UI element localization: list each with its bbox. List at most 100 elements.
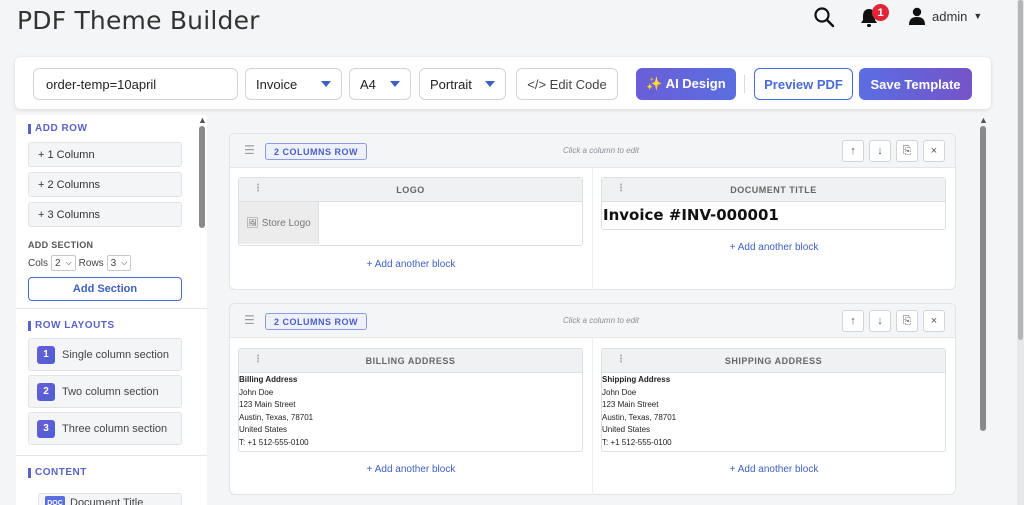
doc-icon: DOC [45,496,65,505]
dropdown-arrow-icon [485,81,495,87]
toolbar: order-temp=10april Invoice A4 Portrait <… [15,57,991,109]
block-title: SHIPPING ADDRESS [724,355,823,366]
sidebar: ADD ROW + 1 Column + 2 Columns + 3 Colum… [16,115,207,505]
layout-two-column[interactable]: 2 Two column section [28,375,182,408]
toolbar-divider [744,75,745,93]
drag-dots-icon[interactable]: ⋮ [253,183,264,194]
add-block-link[interactable]: + Add another block [230,259,592,270]
add-block-link[interactable]: + Add another block [230,464,592,475]
address-line: 123 Main Street [602,400,659,409]
layout-number-badge: 1 [37,345,55,364]
user-name: admin [932,8,968,24]
add-3-columns-button[interactable]: + 3 Columns [28,202,182,227]
divider [16,455,207,456]
layout-number-badge: 3 [37,419,55,438]
address-line: United States [239,425,288,434]
add-2-columns-button[interactable]: + 2 Columns [28,172,182,197]
row-header: ☰ 2 COLUMNS ROW Click a column to edit ↑… [230,134,955,168]
column-left[interactable]: ⋮ LOGO 🖼 Store Logo + Add another block [230,168,592,290]
scrollbar-thumb[interactable] [199,126,205,228]
paper-size-select[interactable]: A4 [349,68,411,100]
row-hint: Click a column to edit [563,316,640,325]
orientation-value: Portrait [430,76,472,92]
duplicate-icon[interactable]: ⎘ [896,310,918,332]
address-heading: Billing Address [239,375,298,384]
edit-code-button[interactable]: </> Edit Code [516,68,618,100]
column-right[interactable]: ⋮ DOCUMENT TITLE Invoice #INV-000001 + A… [593,168,955,290]
add-section-heading: ADD SECTION [28,240,94,250]
rows-label: Rows [78,257,104,269]
content-heading: CONTENT [28,468,87,478]
cols-select[interactable]: 2 ⌵ [51,255,76,271]
block-title: LOGO [396,184,425,195]
block-title: DOCUMENT TITLE [730,184,817,195]
save-template-button[interactable]: Save Template [859,68,972,100]
row-block[interactable]: ☰ 2 COLUMNS ROW Click a column to edit ↑… [229,133,956,290]
row-header: ☰ 2 COLUMNS ROW Click a column to edit ↑… [230,304,955,338]
add-block-link[interactable]: + Add another block [593,242,955,253]
add-1-column-button[interactable]: + 1 Column [28,142,182,167]
template-name-input[interactable]: order-temp=10april [33,68,238,100]
shipping-address-block[interactable]: ⋮ SHIPPING ADDRESS Shipping Address John… [601,348,946,452]
dropdown-arrow-icon [390,81,400,87]
scrollbar-thumb[interactable] [980,126,986,431]
row-layouts-heading: ROW LAYOUTS [28,321,115,331]
layout-three-column[interactable]: 3 Three column section [28,412,182,445]
layout-label: Single column section [62,348,170,361]
chevron-down-icon: ⌵ [65,258,72,267]
content-item-document-title[interactable]: DOC Document Title [38,493,182,505]
doc-type-value: Invoice [256,76,298,92]
layout-label: Three column section [62,422,168,435]
move-down-icon[interactable]: ↓ [869,310,891,332]
move-down-icon[interactable]: ↓ [869,140,891,162]
close-icon[interactable]: × [923,310,945,332]
add-section-button[interactable]: Add Section [28,277,182,301]
ai-design-button[interactable]: ✨ AI Design [636,68,736,100]
rows-select[interactable]: 3 ⌵ [106,255,132,271]
close-icon[interactable]: × [923,140,945,162]
address-text: Shipping Address John Doe 123 Main Stree… [602,373,945,449]
doc-type-select[interactable]: Invoice [245,68,342,100]
scrollbar-thumb[interactable] [1018,0,1023,340]
move-up-icon[interactable]: ↑ [842,140,864,162]
caret-down-icon: ▼ [973,11,983,21]
document-title-block[interactable]: ⋮ DOCUMENT TITLE Invoice #INV-000001 [601,177,946,230]
canvas-scrollbar[interactable]: ▲ [978,115,988,505]
move-up-icon[interactable]: ↑ [842,310,864,332]
drag-handle-icon[interactable]: ☰ [244,144,255,156]
page-scrollbar[interactable] [1017,0,1024,505]
duplicate-icon[interactable]: ⎘ [896,140,918,162]
orientation-select[interactable]: Portrait [419,68,506,100]
content-item-label: Document Title [70,497,144,505]
row-block[interactable]: ☰ 2 COLUMNS ROW Click a column to edit ↑… [229,303,956,495]
cols-value: 2 [55,257,61,269]
chevron-down-icon: ⌵ [121,258,128,267]
document-title-text: Invoice #INV-000001 [603,206,779,224]
address-text: Billing Address John Doe 123 Main Street… [239,373,582,449]
notification-badge: 1 [872,4,889,21]
block-header: ⋮ SHIPPING ADDRESS [602,349,945,373]
search-icon[interactable] [813,6,835,28]
user-menu[interactable]: admin ▼ [908,6,982,26]
drag-dots-icon[interactable]: ⋮ [616,354,627,365]
drag-dots-icon[interactable]: ⋮ [253,354,264,365]
scroll-up-icon[interactable]: ▲ [198,115,207,125]
scroll-up-icon[interactable]: ▲ [979,115,988,125]
layout-single-column[interactable]: 1 Single column section [28,338,182,371]
cols-label: Cols [28,257,49,269]
notifications-bell[interactable]: 1 [860,4,890,28]
sidebar-scrollbar[interactable]: ▲ [197,115,207,505]
column-left[interactable]: ⋮ BILLING ADDRESS Billing Address John D… [230,338,592,495]
add-block-link[interactable]: + Add another block [593,464,955,475]
billing-address-block[interactable]: ⋮ BILLING ADDRESS Billing Address John D… [238,348,583,452]
layout-label: Two column section [62,385,159,398]
address-line: Austin, Texas, 78701 [602,412,677,422]
address-line: John Doe [602,387,637,397]
preview-pdf-button[interactable]: Preview PDF [754,68,853,100]
divider [16,308,207,309]
column-right[interactable]: ⋮ SHIPPING ADDRESS Shipping Address John… [593,338,955,495]
drag-handle-icon[interactable]: ☰ [244,314,255,326]
logo-block[interactable]: ⋮ LOGO 🖼 Store Logo [238,177,583,246]
address-line: United States [602,425,651,434]
drag-dots-icon[interactable]: ⋮ [616,183,627,194]
